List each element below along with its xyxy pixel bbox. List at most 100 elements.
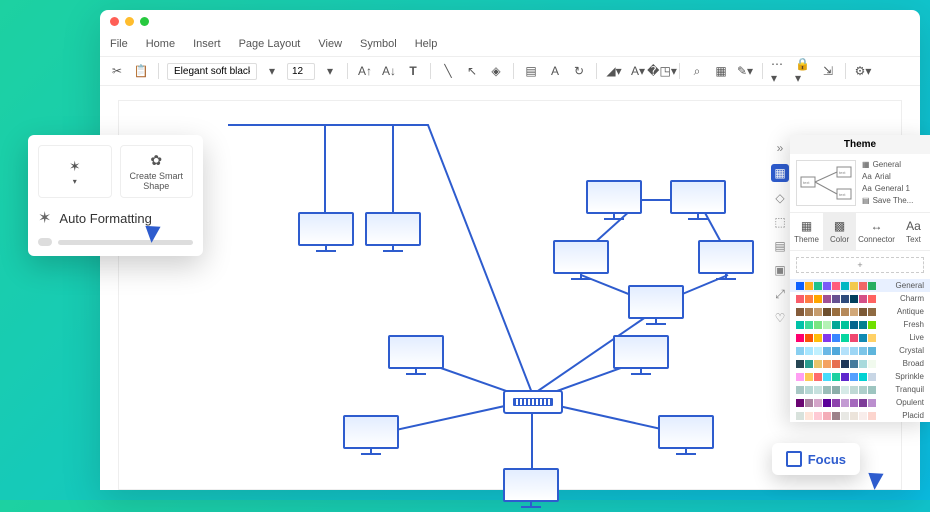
font-select[interactable] [167, 63, 257, 80]
focus-icon [786, 451, 802, 467]
theme-panel[interactable]: Theme text text text ▦General AaArial AaGene… [790, 135, 930, 422]
auto-formatting-label: Auto Formatting [59, 211, 152, 226]
palette-list: GeneralCharmAntiqueFreshLiveCrystalBroad… [790, 279, 930, 422]
svg-text:text: text [839, 170, 846, 175]
palette-placid[interactable]: Placid [790, 409, 930, 422]
theme-thumbnail[interactable]: text text text [796, 160, 856, 206]
palette-live[interactable]: Live [790, 331, 930, 344]
layers-icon[interactable]: ◈ [487, 62, 505, 80]
lock-icon[interactable]: 🔒▾ [795, 62, 813, 80]
theme-tab-theme[interactable]: ▦Theme [790, 213, 823, 250]
palette-broad[interactable]: Broad [790, 357, 930, 370]
palette-sprinkle[interactable]: Sprinkle [790, 370, 930, 383]
grid-icon[interactable]: ▦ [712, 62, 730, 80]
cut-icon[interactable]: ✂ [108, 62, 126, 80]
side-rail-icon[interactable]: ♡ [772, 310, 788, 326]
chevron-down-icon[interactable]: ▾ [263, 62, 281, 80]
monitor-node[interactable] [365, 212, 421, 256]
menu-home[interactable]: Home [146, 38, 175, 50]
max-dot[interactable] [140, 17, 149, 26]
theme-meta-row[interactable]: ▦General [862, 160, 913, 169]
monitor-node[interactable] [628, 285, 684, 329]
shapes-icon: ✿ [150, 152, 162, 169]
monitor-node[interactable] [553, 240, 609, 284]
menu-insert[interactable]: Insert [193, 38, 221, 50]
theme-meta-row[interactable]: ▤Save The... [862, 196, 913, 205]
fill-icon[interactable]: ◢▾ [605, 62, 623, 80]
monitor-node[interactable] [698, 240, 754, 284]
size-select[interactable] [287, 63, 315, 80]
auto-format-slider[interactable] [38, 238, 193, 246]
theme-tabs: ▦Theme▩Color↔ConnectorAaText [790, 213, 930, 251]
palette-tranquil[interactable]: Tranquil [790, 383, 930, 396]
pointer-icon[interactable]: ↖ [463, 62, 481, 80]
pen-icon[interactable]: ✎▾ [736, 62, 754, 80]
spark-icon: ✶ [69, 158, 81, 175]
crop-icon[interactable]: �◳▾ [653, 62, 671, 80]
size-down-icon[interactable]: A↓ [380, 62, 398, 80]
theme-meta-row[interactable]: AaArial [862, 172, 913, 181]
size-up-icon[interactable]: A↑ [356, 62, 374, 80]
align-icon[interactable]: ▤ [522, 62, 540, 80]
settings-icon[interactable]: ⚙▾ [854, 62, 872, 80]
menu-symbol[interactable]: Symbol [360, 38, 397, 50]
network-switch [503, 390, 563, 414]
palette-general[interactable]: General [790, 279, 930, 292]
rotate-icon[interactable]: ↻ [570, 62, 588, 80]
palette-fresh[interactable]: Fresh [790, 318, 930, 331]
spark-button[interactable]: ✶▾ [38, 145, 112, 198]
monitor-node[interactable] [613, 335, 669, 379]
menu-help[interactable]: Help [415, 38, 438, 50]
chevron-down-icon[interactable]: ▾ [321, 62, 339, 80]
menu-view[interactable]: View [318, 38, 342, 50]
export-icon[interactable]: ⇲ [819, 62, 837, 80]
side-rail-icon[interactable]: » [772, 140, 788, 156]
side-rail-icon[interactable]: ▦ [771, 164, 789, 182]
theme-panel-title: Theme [790, 135, 930, 154]
theme-tab-text[interactable]: AaText [897, 213, 930, 250]
monitor-node[interactable] [658, 415, 714, 459]
monitor-node[interactable] [670, 180, 726, 224]
spark-icon: ✶ [38, 208, 51, 228]
side-rail: » ▦ ◇ ⬚ ▤ ▣ ⤢ ♡ [770, 140, 790, 326]
side-rail-icon[interactable]: ⬚ [772, 214, 788, 230]
monitor-node[interactable] [388, 335, 444, 379]
more-icon[interactable]: ⋯▾ [771, 62, 789, 80]
text-icon[interactable]: A [546, 62, 564, 80]
svg-text:text: text [803, 180, 810, 185]
theme-tab-connector[interactable]: ↔Connector [856, 213, 897, 250]
menu-file[interactable]: File [110, 38, 128, 50]
search-icon[interactable]: ⌕ [688, 62, 706, 80]
bold-icon[interactable]: T [404, 62, 422, 80]
side-rail-icon[interactable]: ⤢ [772, 286, 788, 302]
auto-formatting-row[interactable]: ✶ Auto Formatting [38, 208, 193, 228]
monitor-node[interactable] [343, 415, 399, 459]
theme-tab-color[interactable]: ▩Color [823, 213, 856, 250]
menu-page-layout[interactable]: Page Layout [239, 38, 301, 50]
titlebar [100, 10, 920, 32]
focus-label: Focus [808, 452, 846, 467]
theme-preview: text text text ▦General AaArial AaGeneral 1 ▤… [790, 154, 930, 213]
focus-button[interactable]: Focus [772, 443, 860, 475]
monitor-node[interactable] [586, 180, 642, 224]
font-color-icon[interactable]: A▾ [629, 62, 647, 80]
palette-antique[interactable]: Antique [790, 305, 930, 318]
svg-text:text: text [839, 192, 846, 197]
create-smart-shape-button[interactable]: ✿Create Smart Shape [120, 145, 194, 198]
monitor-node[interactable] [298, 212, 354, 256]
palette-crystal[interactable]: Crystal [790, 344, 930, 357]
side-rail-icon[interactable]: ▤ [772, 238, 788, 254]
monitor-node[interactable] [503, 468, 559, 512]
close-dot[interactable] [110, 17, 119, 26]
auto-format-card[interactable]: ✶▾ ✿Create Smart Shape ✶ Auto Formatting [28, 135, 203, 256]
palette-opulent[interactable]: Opulent [790, 396, 930, 409]
paste-icon[interactable]: 📋 [132, 62, 150, 80]
side-rail-icon[interactable]: ▣ [772, 262, 788, 278]
toolbar: ✂ 📋 ▾ ▾ A↑ A↓ T ╲ ↖ ◈ ▤ A ↻ ◢▾ A▾ �◳▾ ⌕ … [100, 56, 920, 86]
add-palette-button[interactable]: + [796, 257, 924, 273]
line-icon[interactable]: ╲ [439, 62, 457, 80]
theme-meta-row[interactable]: AaGeneral 1 [862, 184, 913, 193]
palette-charm[interactable]: Charm [790, 292, 930, 305]
side-rail-icon[interactable]: ◇ [772, 190, 788, 206]
min-dot[interactable] [125, 17, 134, 26]
